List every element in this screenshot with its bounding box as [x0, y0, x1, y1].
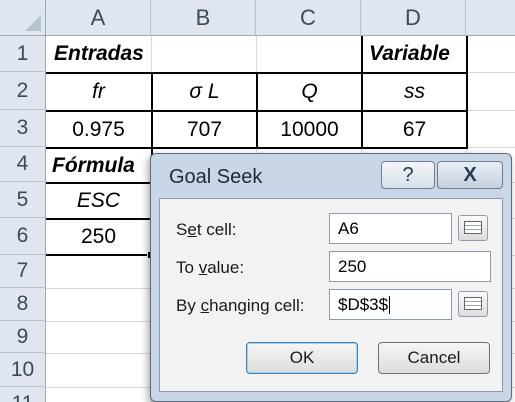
dialog-title: Goal Seek [169, 166, 263, 188]
to-value-label: To value: [176, 258, 245, 277]
row-header-5[interactable]: 5 [0, 182, 46, 218]
column-header-e[interactable] [466, 0, 515, 36]
row-header-3[interactable]: 3 [0, 110, 46, 147]
row-header-8[interactable]: 8 [0, 288, 46, 321]
column-header-c[interactable]: C [256, 0, 361, 36]
cell-a4[interactable]: Fórmula [46, 149, 151, 182]
cell-b2[interactable]: σ L [153, 74, 256, 110]
close-button[interactable]: X [437, 161, 503, 189]
column-header-b[interactable]: B [151, 0, 256, 36]
row-header-7[interactable]: 7 [0, 255, 46, 288]
changing-cell-label: By changing cell: [176, 296, 305, 315]
changing-cell-input[interactable]: $D$3$ [329, 289, 452, 320]
row-header-9[interactable]: 9 [0, 321, 46, 353]
row-header-10[interactable]: 10 [0, 353, 46, 387]
set-cell-input[interactable]: A6 [329, 213, 452, 244]
select-all-triangle-icon [25, 15, 41, 31]
cell-a3[interactable]: 0.975 [46, 112, 151, 147]
cell-d3[interactable]: 67 [363, 112, 466, 147]
row-header-4[interactable]: 4 [0, 147, 46, 182]
help-button[interactable]: ? [381, 161, 435, 189]
to-value-input[interactable]: 250 [329, 251, 491, 282]
row-header-1[interactable]: 1 [0, 36, 46, 72]
ok-button[interactable]: OK [246, 342, 358, 374]
range-selector-icon [464, 221, 482, 234]
cell-d2[interactable]: ss [363, 74, 466, 110]
dialog-body: Set cell: A6 To value: 250 By changing c… [159, 198, 503, 392]
select-all-corner[interactable] [0, 0, 46, 36]
set-cell-collapse-button[interactable] [458, 215, 488, 241]
cell-c3[interactable]: 10000 [258, 112, 361, 147]
changing-cell-collapse-button[interactable] [458, 291, 488, 317]
row-header-2[interactable]: 2 [0, 72, 46, 110]
range-selector-icon [464, 297, 482, 310]
cell-a1[interactable]: Entradas [48, 36, 248, 72]
row-header-6[interactable]: 6 [0, 218, 46, 255]
goal-seek-dialog: Goal Seek ? X Set cell: A6 To value: 250… [150, 153, 512, 402]
cell-b3[interactable]: 707 [153, 112, 256, 147]
column-header-a[interactable]: A [46, 0, 151, 36]
cell-c2[interactable]: Q [258, 74, 361, 110]
cancel-button[interactable]: Cancel [378, 342, 490, 374]
cell-a5[interactable]: ESC [46, 184, 151, 218]
set-cell-label: Set cell: [176, 220, 237, 239]
cell-d1[interactable]: Variable [363, 36, 466, 72]
row-header-11[interactable]: 11 [0, 387, 46, 402]
column-header-d[interactable]: D [361, 0, 466, 36]
cell-a2[interactable]: fr [46, 74, 151, 110]
text-caret [389, 295, 391, 314]
cell-a6[interactable]: 250 [46, 220, 151, 254]
